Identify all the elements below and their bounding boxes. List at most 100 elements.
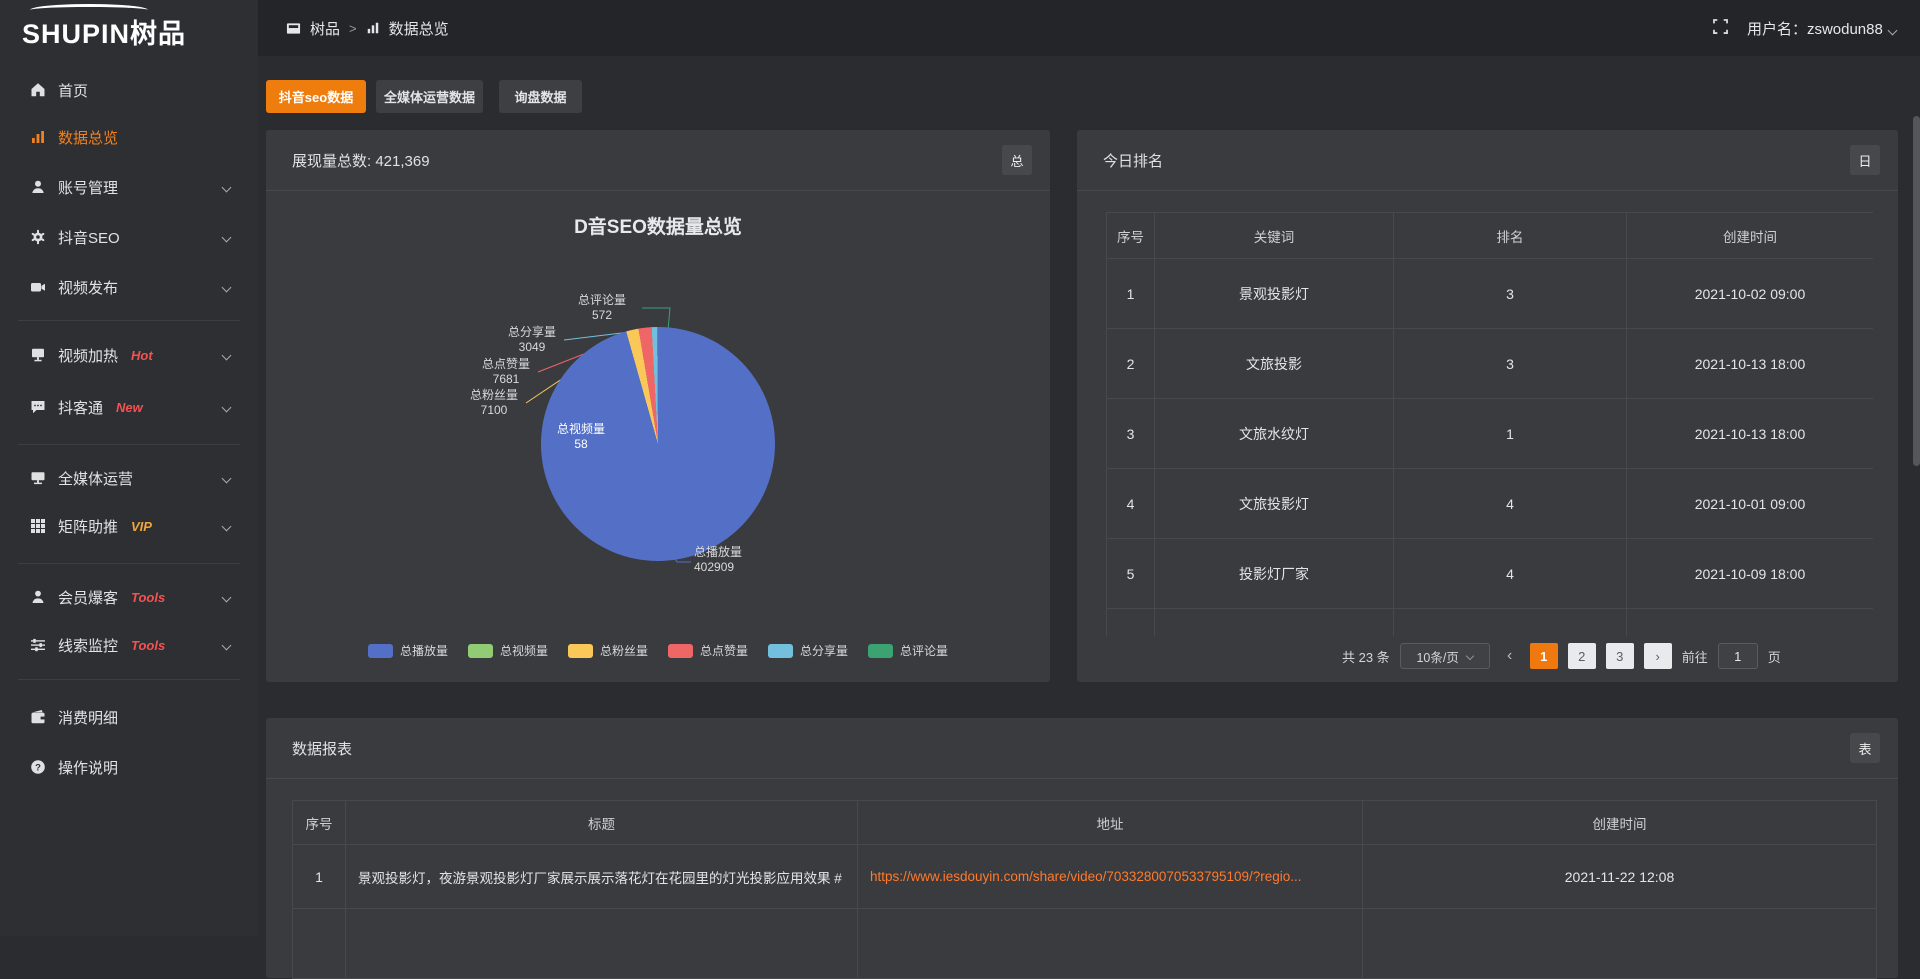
tab-inquiry-data[interactable]: 询盘数据 <box>499 80 582 113</box>
chevron-down-icon <box>222 593 232 603</box>
scrollbar-thumb[interactable] <box>1913 116 1920 466</box>
fullscreen-icon[interactable] <box>1712 18 1729 39</box>
legend-swatch <box>468 644 493 658</box>
page-button-2[interactable]: 2 <box>1568 643 1596 669</box>
page-button-1[interactable]: 1 <box>1530 643 1558 669</box>
sidebar-item-member[interactable]: 会员爆客 Tools <box>0 580 258 614</box>
sidebar-item-label: 消费明细 <box>58 707 118 728</box>
pie-label-videos: 总视频量58 <box>551 422 611 452</box>
sidebar-item-label: 操作说明 <box>58 757 118 778</box>
logo-area: SHUPIN树品 <box>0 0 258 56</box>
sidebar-item-douketong[interactable]: 抖客通 New <box>0 390 258 424</box>
sidebar-item-matrix-boost[interactable]: 矩阵助推 VIP <box>0 509 258 543</box>
chevron-down-icon <box>222 474 232 484</box>
sidebar-item-label: 视频加热 <box>58 345 118 366</box>
legend-item[interactable]: 总视频量 <box>468 642 548 659</box>
bar-chart-icon <box>366 21 380 35</box>
sidebar-item-label: 数据总览 <box>58 127 118 148</box>
legend-item[interactable]: 总播放量 <box>368 642 448 659</box>
col-keyword: 关键词 <box>1155 213 1394 259</box>
sidebar-item-media-ops[interactable]: 全媒体运营 <box>0 461 258 495</box>
table-row: 1景观投影灯32021-10-02 09:00 <box>1107 259 1874 329</box>
panel-separator <box>266 778 1898 779</box>
user-icon <box>30 179 46 195</box>
legend-item[interactable]: 总分享量 <box>768 642 848 659</box>
chevron-down-icon <box>1888 25 1898 35</box>
goto-label: 前往 <box>1682 647 1708 666</box>
chevron-down-icon <box>222 403 232 413</box>
username-label: 用户名：zswodun88 <box>1747 21 1883 38</box>
goto-page-input[interactable] <box>1718 643 1758 669</box>
sidebar-item-label: 全媒体运营 <box>58 468 133 489</box>
video-url-cell: https://www.iesdouyin.com/share/video/70… <box>858 845 1363 909</box>
wallet-icon <box>30 709 46 725</box>
table-row: 4文旅投影灯42021-10-01 09:00 <box>1107 469 1874 539</box>
person-icon <box>30 589 46 605</box>
chart-legend: 总播放量 总视频量 总粉丝量 总点赞量 总分享量 总评论量 <box>266 642 1050 659</box>
table-row: 5投影灯厂家42021-10-09 18:00 <box>1107 539 1874 609</box>
rank-panel: 今日排名 日 序号 关键词 排名 创建时间 1景观投影灯32021-10-02 … <box>1077 130 1898 682</box>
table-row: 2文旅投影32021-10-13 18:00 <box>1107 329 1874 399</box>
sidebar-item-account[interactable]: 账号管理 <box>0 170 258 204</box>
total-count-label: 共 23 条 <box>1342 647 1390 666</box>
sidebar-item-video-heat[interactable]: 视频加热 Hot <box>0 338 258 372</box>
legend-swatch <box>668 644 693 658</box>
table-button[interactable]: 表 <box>1850 733 1880 763</box>
col-url: 地址 <box>858 801 1363 845</box>
legend-item[interactable]: 总粉丝量 <box>568 642 648 659</box>
pie-chart-area: D音SEO数据量总览 总评论量572 总分享量3049 总点赞量7681 总粉丝… <box>266 190 1050 682</box>
sidebar-item-label: 抖客通 <box>58 397 103 418</box>
panel-separator <box>1077 190 1898 191</box>
table-row-partial <box>1107 609 1874 637</box>
tab-douyin-seo-data[interactable]: 抖音seo数据 <box>266 80 366 113</box>
hot-badge: Hot <box>131 348 153 363</box>
breadcrumb-separator: > <box>349 21 357 36</box>
sidebar-item-home[interactable]: 首页 <box>0 73 258 107</box>
app-logo: SHUPIN树品 <box>22 12 186 51</box>
scrollbar-track[interactable] <box>1913 56 1920 936</box>
video-camera-icon <box>30 279 46 295</box>
breadcrumb-root[interactable]: 树品 <box>310 18 340 39</box>
home-icon <box>30 82 46 98</box>
table-row: 1 景观投影灯，夜游景观投影灯厂家展示展示落花灯在花园里的灯光投影应用效果 # … <box>293 845 1877 909</box>
chevron-down-icon <box>222 183 232 193</box>
day-button[interactable]: 日 <box>1850 145 1880 175</box>
pagination: 共 23 条 10条/页 ‹ 1 2 3 › 前往 页 <box>1342 642 1781 670</box>
sidebar-item-data-overview[interactable]: 数据总览 <box>0 120 258 154</box>
prev-page-button[interactable]: ‹ <box>1500 647 1520 665</box>
legend-item[interactable]: 总评论量 <box>868 642 948 659</box>
video-link[interactable]: https://www.iesdouyin.com/share/video/70… <box>870 869 1302 884</box>
legend-swatch <box>368 644 393 658</box>
sidebar-item-help[interactable]: ? 操作说明 <box>0 750 258 784</box>
sidebar-divider <box>18 320 240 321</box>
sidebar-divider <box>18 679 240 680</box>
sidebar-item-video-publish[interactable]: 视频发布 <box>0 270 258 304</box>
col-index: 序号 <box>293 801 346 845</box>
sidebar-item-label: 首页 <box>58 80 88 101</box>
sidebar-item-label: 会员爆客 <box>58 587 118 608</box>
chevron-down-icon <box>1466 652 1474 660</box>
page-button-3[interactable]: 3 <box>1606 643 1634 669</box>
breadcrumb: 树品 > 数据总览 <box>286 0 449 56</box>
monitor-icon <box>30 347 46 363</box>
tools-badge: Tools <box>131 638 165 653</box>
sidebar-item-label: 矩阵助推 <box>58 516 118 537</box>
legend-swatch <box>868 644 893 658</box>
next-page-button[interactable]: › <box>1644 643 1672 669</box>
gear-icon <box>30 229 46 245</box>
total-button[interactable]: 总 <box>1002 145 1032 175</box>
sidebar-item-douyin-seo[interactable]: 抖音SEO <box>0 220 258 254</box>
chevron-down-icon <box>222 522 232 532</box>
chevron-down-icon <box>222 283 232 293</box>
rank-panel-title: 今日排名 <box>1103 150 1163 171</box>
report-panel: 数据报表 表 序号 标题 地址 创建时间 1 景观投影灯，夜游景观投影灯厂家展示… <box>266 718 1898 978</box>
sidebar-item-label: 视频发布 <box>58 277 118 298</box>
username-menu[interactable]: 用户名：zswodun88 <box>1747 18 1896 39</box>
sidebar-item-consume-detail[interactable]: 消费明细 <box>0 700 258 734</box>
sidebar-item-label: 抖音SEO <box>58 227 120 248</box>
sidebar-item-clue-monitor[interactable]: 线索监控 Tools <box>0 628 258 662</box>
legend-item[interactable]: 总点赞量 <box>668 642 748 659</box>
tab-media-ops-data[interactable]: 全媒体运营数据 <box>376 80 483 113</box>
col-created: 创建时间 <box>1627 213 1874 259</box>
page-size-select[interactable]: 10条/页 <box>1400 643 1490 669</box>
